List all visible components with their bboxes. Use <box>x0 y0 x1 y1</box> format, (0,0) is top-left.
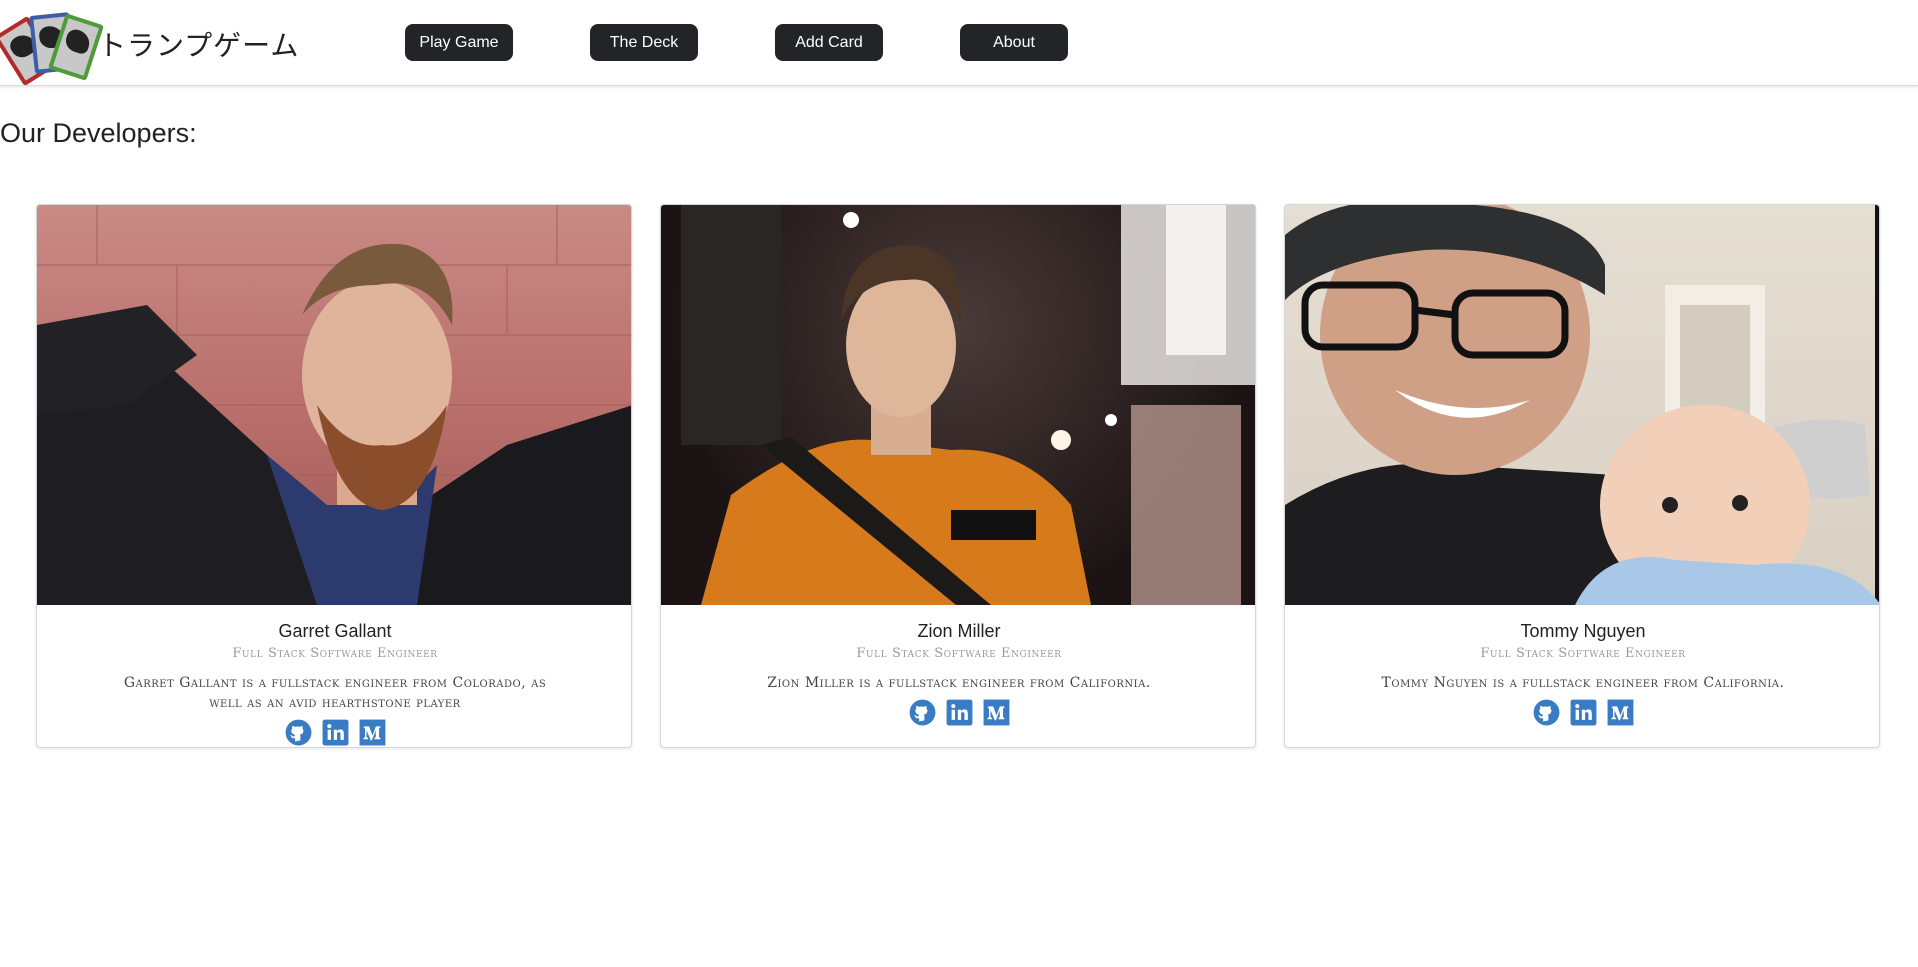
developer-photo <box>661 205 1255 605</box>
developer-name: Tommy Nguyen <box>1520 621 1646 641</box>
social-links <box>661 699 1255 726</box>
developer-photo <box>37 205 631 605</box>
developer-name: Garret Gallant <box>278 621 392 641</box>
developer-role: Full Stack Software Engineer <box>232 646 438 661</box>
developer-card: Zion Miller Full Stack Software Engineer… <box>660 204 1256 748</box>
developer-bio: Garret Gallant is a fullstack engineer f… <box>123 675 547 711</box>
medium-icon[interactable] <box>983 699 1010 726</box>
brand-title: トランプゲーム <box>98 29 300 62</box>
developer-name: Zion Miller <box>917 621 1001 641</box>
developer-card: Tommy Nguyen Full Stack Software Enginee… <box>1284 204 1880 748</box>
linkedin-icon[interactable] <box>322 719 349 746</box>
add-card-button[interactable]: Add Card <box>775 24 883 61</box>
medium-icon[interactable] <box>1607 699 1634 726</box>
top-navbar: トランプゲーム Play Game The Deck Add Card Abou… <box>0 0 1918 87</box>
brand[interactable]: トランプゲーム <box>0 12 300 87</box>
linkedin-icon[interactable] <box>946 699 973 726</box>
developer-photo <box>1285 205 1879 605</box>
the-deck-button[interactable]: The Deck <box>590 24 698 61</box>
github-icon[interactable] <box>285 719 312 746</box>
developer-info: Zion Miller Full Stack Software Engineer… <box>661 605 1255 726</box>
developer-info: Garret Gallant Full Stack Software Engin… <box>37 605 631 746</box>
developer-role: Full Stack Software Engineer <box>856 646 1062 661</box>
developer-card: Garret Gallant Full Stack Software Engin… <box>36 204 632 748</box>
developer-info: Tommy Nguyen Full Stack Software Enginee… <box>1285 605 1879 726</box>
github-icon[interactable] <box>1533 699 1560 726</box>
github-icon[interactable] <box>909 699 936 726</box>
social-links <box>1285 699 1879 726</box>
linkedin-icon[interactable] <box>1570 699 1597 726</box>
developer-bio: Tommy Nguyen is a fullstack engineer fro… <box>1381 675 1785 691</box>
social-links <box>37 719 631 746</box>
developer-bio: Zion Miller is a fullstack engineer from… <box>767 675 1151 691</box>
playing-cards-logo-icon <box>0 12 104 87</box>
about-button[interactable]: About <box>960 24 1068 61</box>
play-game-button[interactable]: Play Game <box>405 24 513 61</box>
page-title: Our Developers: <box>0 118 197 148</box>
developer-role: Full Stack Software Engineer <box>1480 646 1686 661</box>
medium-icon[interactable] <box>359 719 386 746</box>
